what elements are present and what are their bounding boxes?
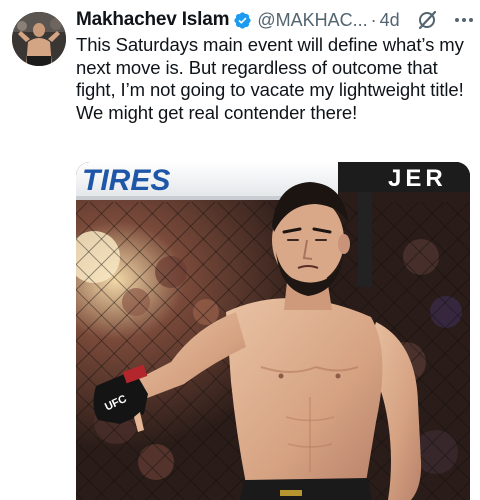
tweet-header: Makhachev Islam @MAKHAC... · 4d — [76, 8, 473, 32]
avatar[interactable] — [12, 12, 66, 66]
banner-right-text: JER — [388, 165, 447, 192]
user-handle[interactable]: @MAKHAC... — [257, 10, 367, 31]
separator-dot: · — [370, 9, 377, 30]
tweet-media[interactable]: TIRES JER UFC — [76, 162, 470, 500]
fighter-photo: TIRES JER UFC — [76, 162, 470, 500]
timestamp[interactable]: 4d — [380, 10, 400, 31]
more-dot — [455, 18, 459, 22]
more-dot — [462, 18, 466, 22]
more-dot — [469, 18, 473, 22]
grok-icon[interactable] — [416, 9, 438, 31]
more-icon[interactable] — [452, 10, 476, 30]
avatar-image — [12, 12, 66, 66]
display-name[interactable]: Makhachev Islam — [76, 9, 230, 31]
verified-badge-icon — [233, 11, 252, 30]
tweet[interactable]: Makhachev Islam @MAKHAC... · 4d This Sat… — [0, 0, 480, 500]
tweet-text: This Saturdays main event will define wh… — [76, 34, 464, 123]
banner-left-text: TIRES — [82, 164, 170, 197]
